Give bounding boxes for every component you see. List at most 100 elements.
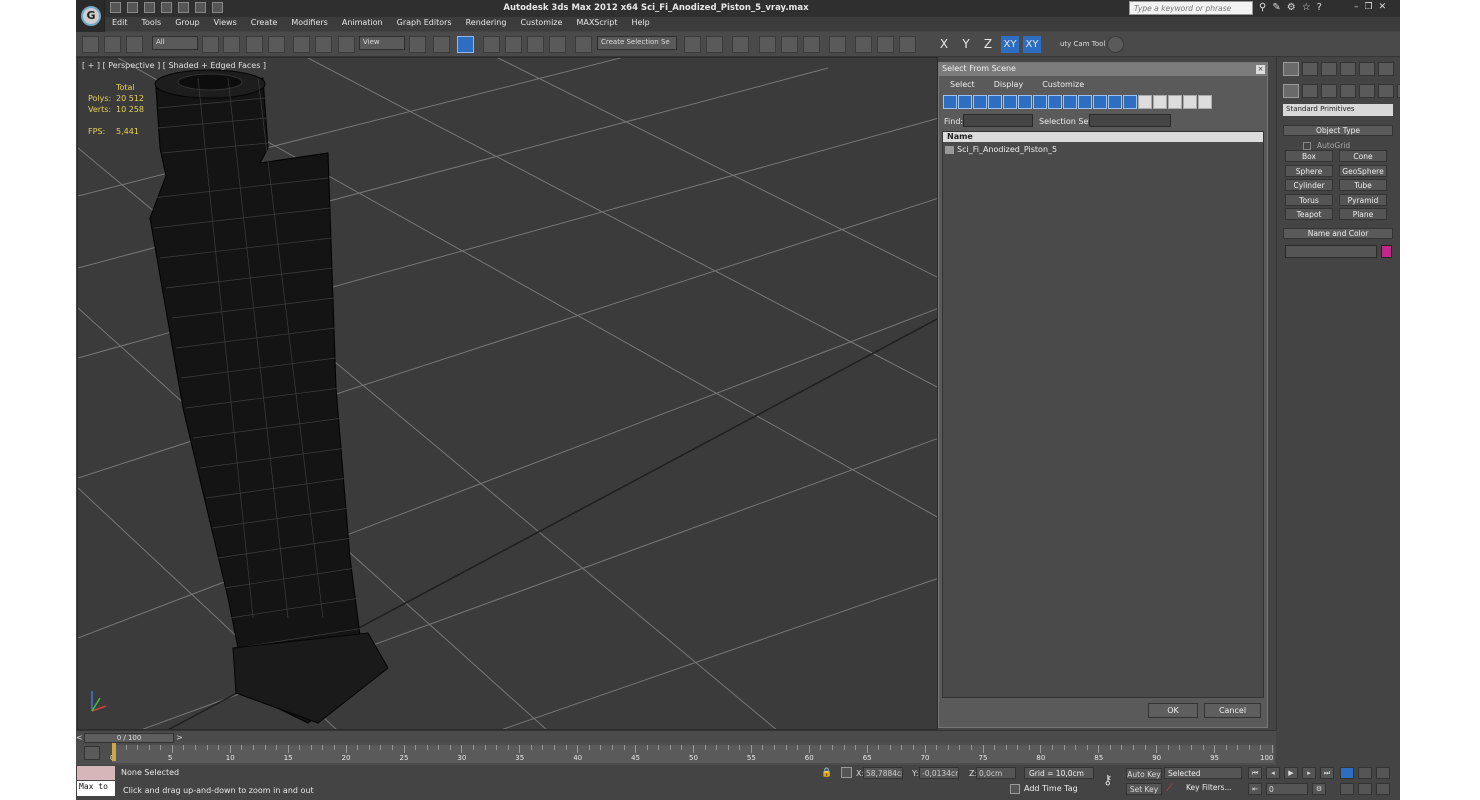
new-file-icon[interactable] [110, 2, 121, 13]
helpers-category-icon[interactable] [1359, 84, 1375, 98]
current-frame-field[interactable]: 0 [1266, 783, 1308, 795]
zoom-all-icon[interactable] [1358, 767, 1372, 779]
menu-graph-editors[interactable]: Graph Editors [390, 17, 459, 31]
close-icon[interactable]: ✕ [1379, 2, 1387, 12]
menu-customize[interactable]: Customize [513, 17, 569, 31]
axis-z-button[interactable]: Z [979, 37, 997, 51]
link-icon[interactable] [82, 36, 99, 53]
cameras-category-icon[interactable] [1340, 84, 1356, 98]
maximize-viewport-icon[interactable] [1376, 783, 1390, 795]
modify-tab-icon[interactable] [1302, 62, 1318, 76]
menu-modifiers[interactable]: Modifiers [284, 17, 335, 31]
display-cameras-icon[interactable] [988, 95, 1002, 109]
find-input[interactable] [963, 114, 1033, 127]
field-of-view-icon[interactable] [1340, 783, 1354, 795]
zoom-extents-icon[interactable] [1376, 767, 1390, 779]
display-xrefs-icon[interactable] [1048, 95, 1062, 109]
mirror-icon[interactable] [684, 36, 701, 53]
axis-xy-cycle-button[interactable]: XY [1023, 36, 1041, 53]
named-selection-sets-dropdown[interactable]: Create Selection Se [597, 36, 677, 50]
display-bones-icon[interactable] [1063, 95, 1077, 109]
hierarchy-tab-icon[interactable] [1321, 62, 1337, 76]
track-bar[interactable]: 0510152025303540455055606570758085909510… [76, 743, 1276, 765]
previous-frame-icon[interactable]: ◂ [1266, 767, 1280, 779]
set-key-button[interactable]: Set Key [1126, 783, 1162, 795]
scale-icon[interactable] [338, 36, 355, 53]
menu-group[interactable]: Group [168, 17, 206, 31]
shapes-category-icon[interactable] [1302, 84, 1318, 98]
window-crossing-icon[interactable] [268, 36, 285, 53]
display-none-icon[interactable] [1138, 95, 1152, 109]
axis-x-button[interactable]: X [935, 37, 953, 51]
track-ruler[interactable]: 0510152025303540455055606570758085909510… [110, 745, 1274, 763]
key-filters-button[interactable]: Key Filters... [1186, 783, 1232, 792]
display-space-warps-icon[interactable] [1018, 95, 1032, 109]
rotate-icon[interactable] [315, 36, 332, 53]
geometry-category-icon[interactable] [1283, 84, 1299, 98]
viewport-label-menu[interactable]: [ + ] [ Perspective ] [ Shaded + Edged F… [82, 61, 266, 70]
auto-key-button[interactable]: Auto Key [1126, 768, 1162, 780]
object-category-dropdown[interactable]: Standard Primitives [1283, 104, 1393, 116]
time-slider[interactable]: < 0 / 100 > [76, 730, 1276, 743]
display-all-icon[interactable] [1123, 95, 1137, 109]
snaps-toggle-icon[interactable] [483, 36, 500, 53]
list-item[interactable]: Sci_Fi_Anodized_Piston_5 [945, 145, 1057, 154]
tools-icon[interactable]: ✎ [1272, 2, 1280, 13]
plane-button[interactable]: Plane [1339, 208, 1387, 220]
camera-tool-label[interactable]: uty Cam Tool \ [1060, 40, 1110, 48]
menu-maxscript[interactable]: MAXScript [569, 17, 624, 31]
play-icon[interactable]: ▶ [1284, 767, 1298, 779]
teapot-button[interactable]: Teapot [1285, 208, 1333, 220]
sphere-button[interactable]: Sphere [1285, 165, 1333, 177]
render-setup-icon[interactable] [855, 36, 872, 53]
rectangular-selection-icon[interactable] [246, 36, 263, 53]
layer-manager-icon[interactable] [732, 36, 749, 53]
systems-category-icon[interactable] [1397, 84, 1400, 98]
x-coordinate-field[interactable]: 58,7884cm [863, 767, 903, 779]
menu-help[interactable]: Help [625, 17, 657, 31]
display-frozen-icon[interactable] [1093, 95, 1107, 109]
cylinder-button[interactable]: Cylinder [1285, 179, 1333, 191]
project-folder-icon[interactable] [195, 2, 206, 13]
ok-button[interactable]: OK [1148, 703, 1198, 718]
dialog-title[interactable]: Select From Scene [939, 63, 1267, 76]
menu-tools[interactable]: Tools [135, 17, 169, 31]
key-mode-toggle-icon[interactable]: ⇤ [1248, 783, 1262, 795]
torus-button[interactable]: Torus [1285, 194, 1333, 206]
save-icon[interactable] [144, 2, 155, 13]
name-and-color-rollout[interactable]: Name and Color [1283, 228, 1393, 239]
scene-object-list[interactable]: Name Sci_Fi_Anodized_Piston_5 [942, 131, 1264, 698]
binoculars-icon[interactable]: ⚲ [1259, 2, 1266, 13]
dialog-menu-customize[interactable]: Customize [1031, 78, 1092, 92]
search-input[interactable]: Type a keyword or phrase [1129, 1, 1253, 15]
display-containers-icon[interactable] [1078, 95, 1092, 109]
minimize-icon[interactable]: – [1354, 2, 1359, 12]
utilities-tab-icon[interactable] [1378, 62, 1394, 76]
select-and-manipulate-icon[interactable] [433, 36, 450, 53]
display-tab-icon[interactable] [1359, 62, 1375, 76]
cone-button[interactable]: Cone [1339, 150, 1387, 162]
display-shapes-icon[interactable] [958, 95, 972, 109]
display-invert-icon[interactable] [1153, 95, 1167, 109]
absolute-mode-icon[interactable] [841, 767, 852, 778]
time-tag-icon[interactable] [1010, 784, 1020, 794]
maxscript-listener-top[interactable] [77, 766, 115, 780]
menu-create[interactable]: Create [244, 17, 285, 31]
add-time-tag[interactable]: Add Time Tag [1024, 784, 1078, 793]
filter-icon[interactable] [1183, 95, 1197, 109]
align-icon[interactable] [706, 36, 723, 53]
geosphere-button[interactable]: GeoSphere [1339, 165, 1387, 177]
autogrid-checkbox[interactable]: AutoGrid [1303, 141, 1350, 150]
mini-curve-editor-icon[interactable] [84, 746, 100, 760]
application-button[interactable]: G [76, 0, 105, 32]
motion-tab-icon[interactable] [1340, 62, 1356, 76]
time-configuration-icon[interactable]: ⚙ [1312, 783, 1326, 795]
display-geometry-icon[interactable] [943, 95, 957, 109]
menu-rendering[interactable]: Rendering [459, 17, 514, 31]
favorites-star-icon[interactable]: ☆ [1302, 2, 1311, 13]
next-frame-icon[interactable]: ▸ [1302, 767, 1316, 779]
axis-y-button[interactable]: Y [957, 37, 975, 51]
redo-icon[interactable] [178, 2, 189, 13]
schematic-view-icon[interactable] [803, 36, 820, 53]
render-teapot-icon[interactable] [899, 36, 916, 53]
